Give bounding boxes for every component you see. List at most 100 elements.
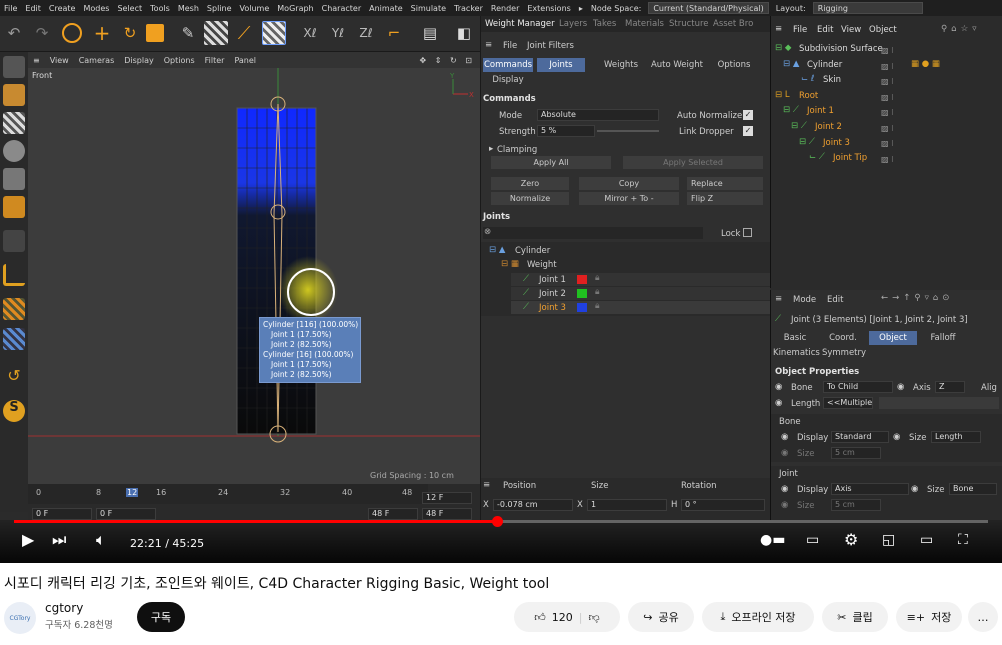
joint-row[interactable]: ⟋ Joint 1 🔒︎ — [511, 273, 770, 286]
apply-all-button[interactable]: Apply All — [491, 156, 611, 169]
radio-icon[interactable]: ◉ — [893, 432, 900, 442]
fullscreen-icon[interactable]: ⛶ — [958, 530, 968, 550]
clamping-toggle[interactable]: Clamping — [497, 145, 537, 155]
points-mode-icon[interactable] — [3, 140, 25, 162]
bone-dropdown[interactable]: To Child — [823, 381, 893, 393]
menu-volume[interactable]: Volume — [236, 4, 274, 13]
joint-size-dropdown[interactable]: Bone — [949, 483, 997, 495]
theater-icon[interactable]: ▭ — [920, 530, 933, 550]
hamburger-icon[interactable]: ≡ — [28, 56, 45, 65]
joint-group-toggle[interactable]: Joint — [779, 469, 798, 479]
max-frame-field[interactable]: 48 F — [368, 508, 418, 520]
menu-render[interactable]: Render — [487, 4, 523, 13]
hamburger-icon[interactable]: ≡ — [775, 24, 782, 34]
subtitles-icon[interactable]: ▭ — [806, 530, 819, 550]
visibility-toggles[interactable]: ▨ ⁝ ▨ ⁝ ▨ ⁝ ▨ ⁝ ▨ ⁝ ▨ ⁝ ▨ ⁝ ▨ ⁝ — [881, 43, 894, 167]
om-item-root[interactable]: Root — [799, 91, 818, 101]
om-item-joint-tip[interactable]: Joint Tip — [833, 153, 867, 163]
menu-modes[interactable]: Modes — [79, 4, 113, 13]
tab-display[interactable]: Display — [483, 73, 533, 87]
hamburger-icon[interactable]: ≡ — [775, 294, 782, 304]
scale-tool-icon[interactable] — [146, 24, 164, 42]
radio-icon[interactable]: ◉ — [781, 484, 788, 494]
current-frame-field[interactable]: 12 F — [422, 492, 472, 504]
timeline[interactable]: 0 8 12 16 24 32 40 48 12 F 0 F 0 F 48 F … — [28, 484, 480, 520]
zero-button[interactable]: Zero — [491, 177, 569, 190]
menu-mograph[interactable]: MoGraph — [273, 4, 317, 13]
chevron-right-icon[interactable]: ▸ — [489, 144, 493, 154]
share-button[interactable]: ↪ 공유 — [628, 602, 694, 632]
tab-weights[interactable]: Weights — [591, 58, 651, 72]
joint-size-cm-field[interactable]: 5 cm — [831, 499, 881, 511]
brush-icon[interactable]: ⟋ — [232, 21, 256, 45]
tab-object[interactable]: Object — [869, 331, 917, 345]
progress-scrubber[interactable] — [492, 516, 503, 527]
menu-spline[interactable]: Spline — [203, 4, 236, 13]
tab-kinematics[interactable]: Kinematics — [773, 346, 820, 360]
axis-dropdown[interactable]: Z — [935, 381, 965, 393]
model-mode-icon[interactable] — [3, 56, 25, 78]
tab-options[interactable]: Options — [709, 58, 759, 72]
z-axis-icon[interactable]: Zℓ — [354, 21, 378, 45]
menu-extensions[interactable]: Extensions — [523, 4, 574, 13]
move-tool-icon[interactable]: + — [90, 21, 114, 45]
menu-tools[interactable]: Tools — [146, 4, 174, 13]
min-frame-field[interactable]: 0 F — [96, 508, 156, 520]
progress-bar[interactable] — [14, 516, 988, 527]
tab-commands[interactable]: Commands — [483, 58, 533, 72]
close-icon[interactable]: ⊗ — [484, 227, 491, 237]
volume-icon[interactable]: 🔈︎ — [96, 530, 106, 550]
radio-icon[interactable]: ◉ — [775, 398, 782, 408]
joints-search-input[interactable] — [483, 227, 703, 239]
auto-normalize-checkbox[interactable]: ✓ — [743, 110, 753, 120]
tab-layers[interactable]: Layers — [559, 19, 587, 29]
copy-button[interactable]: Copy — [579, 177, 679, 190]
timeline-ruler[interactable]: 0 8 12 16 24 32 40 48 — [28, 484, 428, 504]
like-count[interactable]: 120 — [552, 611, 573, 624]
size-cm-field[interactable]: 5 cm — [831, 447, 881, 459]
mirror-dropdown[interactable]: Mirror + To - — [579, 192, 679, 205]
move-cursor-icon[interactable] — [62, 23, 82, 43]
undo-icon[interactable]: ↶ — [2, 21, 26, 45]
tab-coord[interactable]: Coord. — [821, 331, 865, 345]
tab-materials[interactable]: Materials — [625, 19, 664, 29]
mode-dropdown[interactable]: Absolute — [537, 109, 659, 121]
polygons-mode-icon[interactable] — [3, 196, 25, 218]
axis-mode-icon[interactable] — [3, 264, 25, 286]
redo-icon[interactable]: ↷ — [30, 21, 54, 45]
lock-checkbox[interactable] — [743, 228, 752, 237]
om-menu-edit[interactable]: Edit — [817, 25, 833, 35]
tab-auto-weight[interactable]: Auto Weight — [649, 58, 705, 72]
next-icon[interactable]: ⏭ — [52, 530, 66, 550]
search-icon[interactable]: ⚲⌂☆▿ — [941, 24, 981, 34]
viewport-menu-display[interactable]: Display — [119, 56, 159, 65]
magnet-icon[interactable]: ↺ — [3, 366, 25, 388]
clip-button[interactable]: ✂ 클립 — [822, 602, 888, 632]
lock-icon[interactable]: 🔒︎ — [595, 287, 600, 297]
thumbs-up-icon[interactable]: 👍︎ — [534, 611, 546, 624]
viewport-menu-view[interactable]: View — [45, 56, 74, 65]
x-axis-icon[interactable]: Xℓ — [298, 21, 322, 45]
length-slider[interactable] — [879, 397, 999, 409]
size-x-field[interactable]: 1 — [587, 499, 667, 511]
menu-simulate[interactable]: Simulate — [407, 4, 450, 13]
strength-slider[interactable] — [597, 130, 659, 132]
lock-icon[interactable]: 🔒︎ — [595, 301, 600, 311]
om-menu-file[interactable]: File — [793, 25, 807, 35]
radio-icon[interactable]: ◉ — [781, 448, 788, 458]
joint-row[interactable]: ⟋ Joint 3 🔒︎ — [511, 301, 770, 314]
apply-selected-button[interactable]: Apply Selected — [623, 156, 763, 169]
radio-icon[interactable]: ◉ — [781, 432, 788, 442]
tree-item-weight[interactable]: Weight — [527, 260, 557, 270]
paint-tool-icon[interactable]: ✎ — [176, 21, 200, 45]
tree-item-cylinder[interactable]: Cylinder — [515, 246, 550, 256]
coordinate-system-icon[interactable]: ⌐ — [382, 21, 406, 45]
settings-icon[interactable]: ⚙ — [844, 530, 858, 550]
display-dropdown[interactable]: Standard — [831, 431, 889, 443]
joint-color-swatch[interactable] — [577, 303, 587, 312]
viewport-menu-filter[interactable]: Filter — [200, 56, 230, 65]
wm-menu-joint-filters[interactable]: Joint Filters — [527, 41, 574, 51]
joint-color-swatch[interactable] — [577, 275, 587, 284]
hamburger-icon[interactable]: ≡ — [483, 480, 490, 490]
texture-mode-icon[interactable] — [3, 112, 25, 134]
